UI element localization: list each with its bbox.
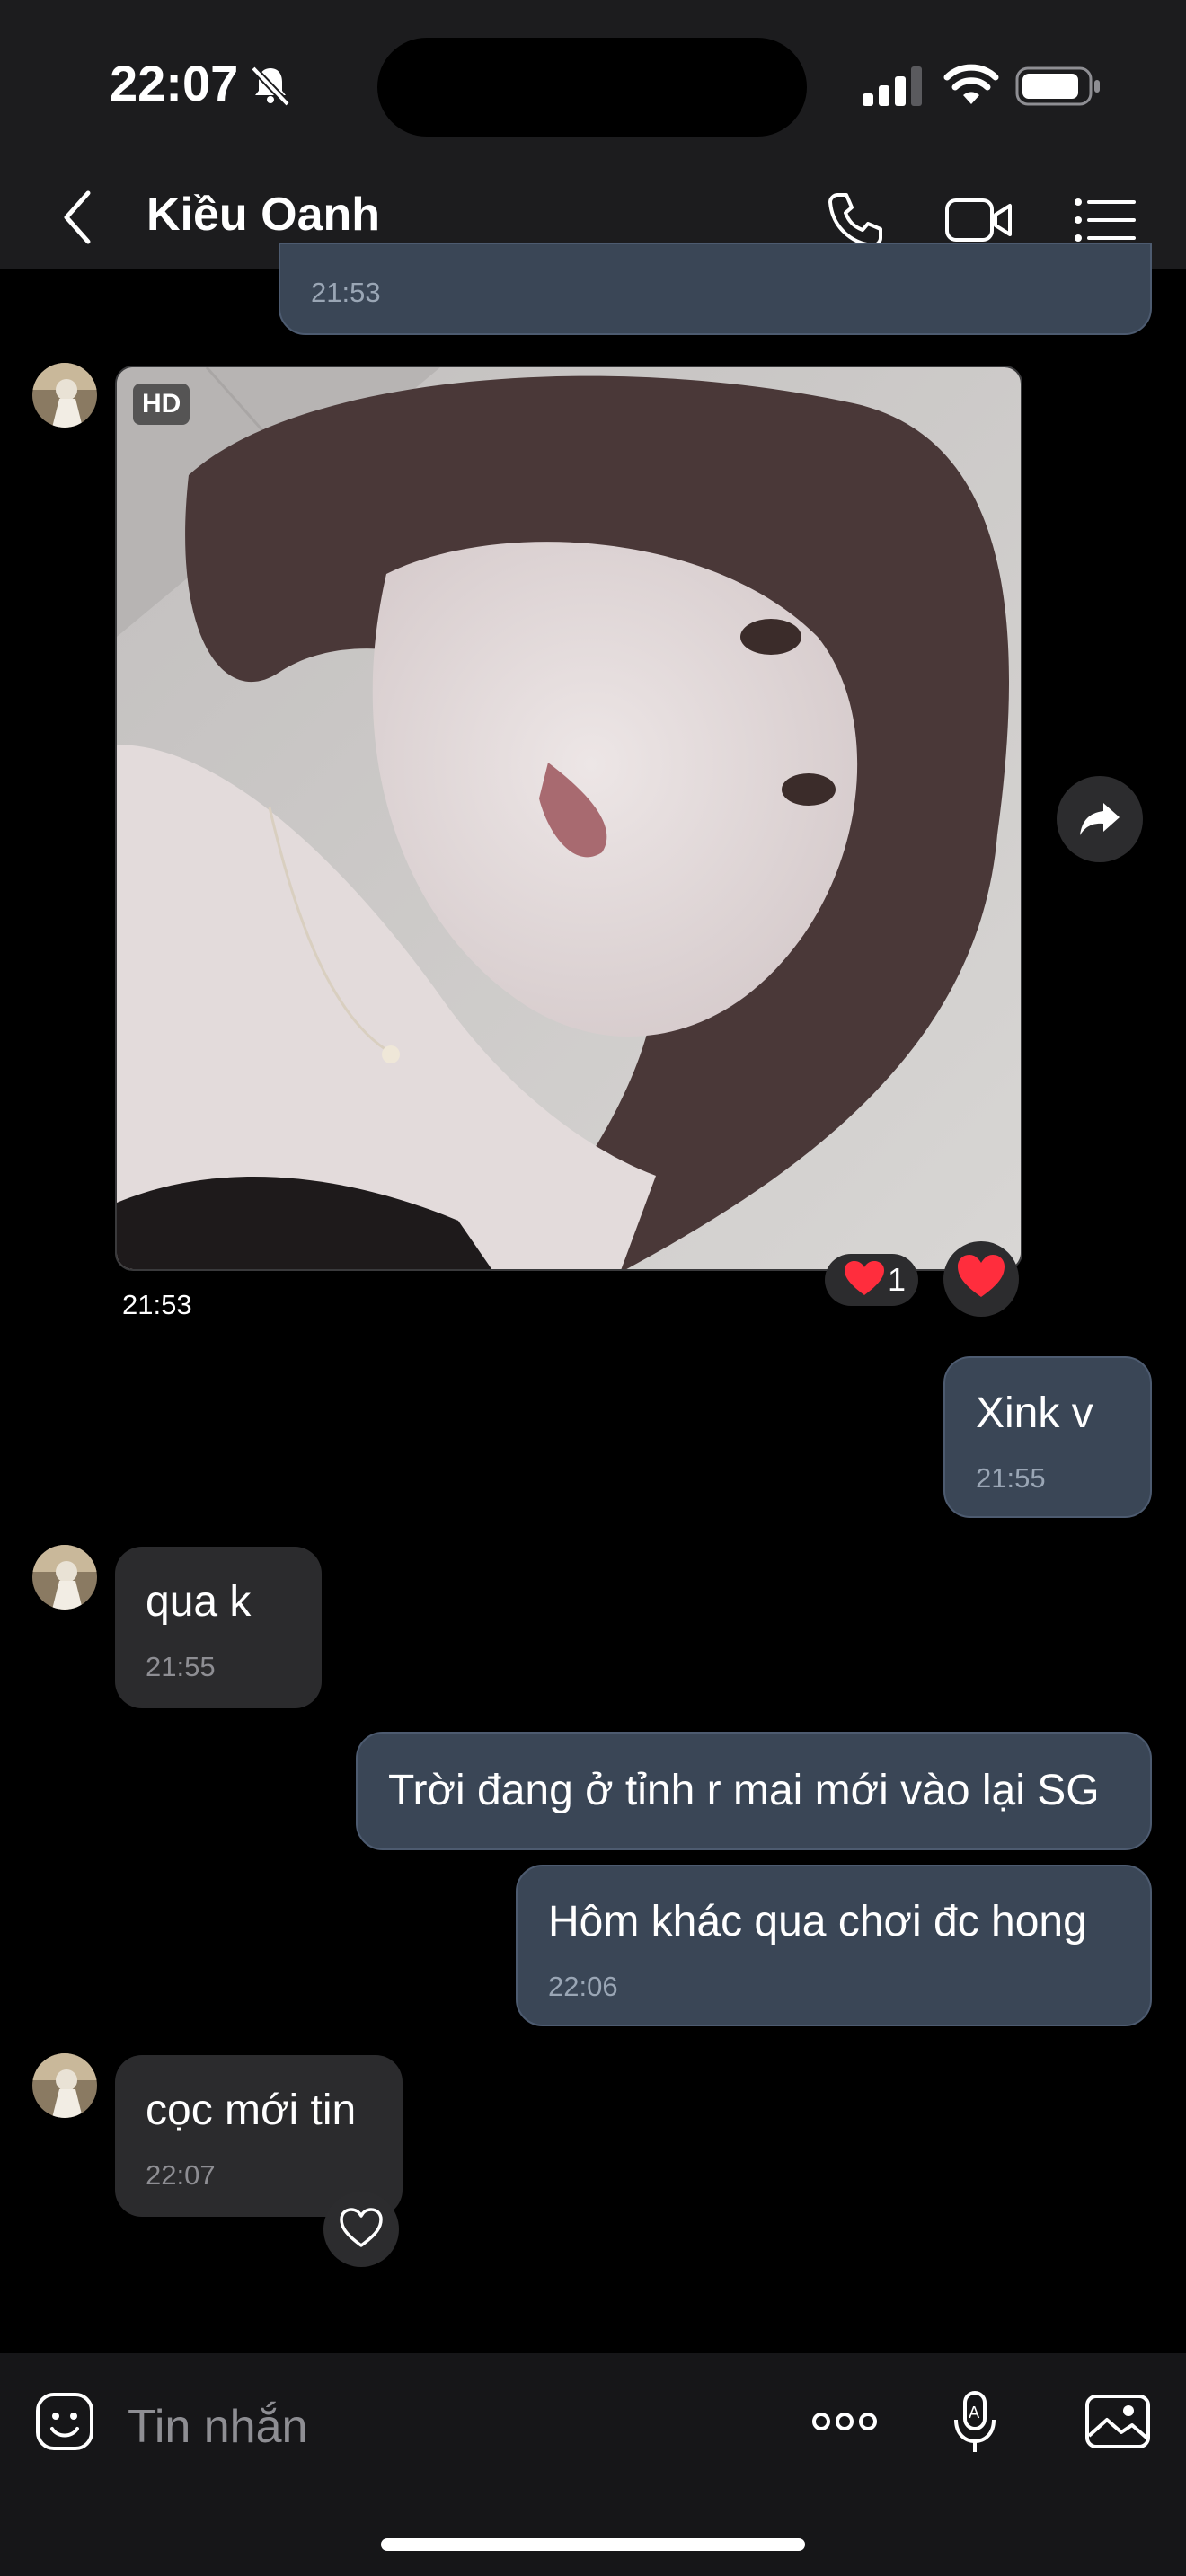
contact-avatar[interactable]	[32, 2053, 97, 2118]
dynamic-island	[377, 38, 807, 137]
contact-avatar[interactable]	[32, 363, 97, 428]
message-text: cọc mới tin	[146, 2086, 357, 2134]
reaction-count: 1	[888, 1261, 907, 1298]
status-time: 22:07	[110, 55, 239, 111]
message-input[interactable]: Tin nhắn	[128, 2400, 307, 2454]
outgoing-message-bubble[interactable]: 21:53	[279, 243, 1152, 335]
message-timestamp: 21:53	[311, 277, 381, 308]
message-timestamp: 21:53	[122, 1289, 192, 1320]
message-text: qua k	[146, 1578, 252, 1626]
message-timestamp: 22:07	[146, 2159, 216, 2191]
svg-text:A: A	[969, 2404, 980, 2422]
heart-reaction-icon	[958, 1255, 1005, 1297]
message-timestamp: 21:55	[146, 1651, 216, 1682]
battery-icon	[1015, 66, 1100, 106]
home-indicator[interactable]	[381, 2538, 805, 2551]
incoming-message-bubble[interactable]: qua k 21:55	[115, 1547, 322, 1708]
message-text: Xink v	[976, 1389, 1093, 1437]
outgoing-message-bubble[interactable]: Hôm khác qua chơi đc hong 22:06	[516, 1865, 1152, 2026]
photo-gallery-icon[interactable]	[1082, 2386, 1154, 2457]
message-text: Trời đang ở tỉnh r mai mới vào lại SG	[388, 1767, 1100, 1814]
outgoing-message-bubble[interactable]: Xink v 21:55	[943, 1356, 1152, 1518]
status-bar: 22:07	[0, 0, 1186, 166]
forward-button[interactable]	[1057, 776, 1143, 862]
hd-badge: HD	[133, 384, 190, 425]
message-timestamp: 21:55	[976, 1462, 1046, 1494]
photo-message[interactable]: HD	[115, 366, 1022, 1271]
more-options-icon[interactable]	[809, 2386, 881, 2457]
reaction-summary[interactable]: 1	[825, 1254, 918, 1306]
contact-avatar[interactable]	[32, 1545, 97, 1610]
react-heart-button[interactable]	[323, 2192, 399, 2267]
message-text: Hôm khác qua chơi đc hong	[548, 1898, 1087, 1945]
contact-name[interactable]: Kiều Oanh	[146, 188, 380, 242]
wifi-icon	[943, 64, 999, 104]
add-reaction-button[interactable]	[943, 1241, 1019, 1317]
back-chevron-icon[interactable]	[56, 186, 101, 249]
message-timestamp: 22:06	[548, 1971, 618, 2002]
bell-muted-icon	[251, 66, 290, 107]
share-arrow-icon	[1080, 803, 1120, 835]
sticker-emoji-icon[interactable]	[29, 2386, 101, 2457]
outgoing-message-bubble[interactable]: Trời đang ở tỉnh r mai mới vào lại SG	[356, 1732, 1152, 1850]
cellular-signal-icon	[863, 66, 922, 106]
voice-to-text-icon[interactable]: A	[942, 2386, 1013, 2457]
heart-outline-icon	[340, 2208, 383, 2247]
heart-reaction-icon	[845, 1261, 884, 1295]
